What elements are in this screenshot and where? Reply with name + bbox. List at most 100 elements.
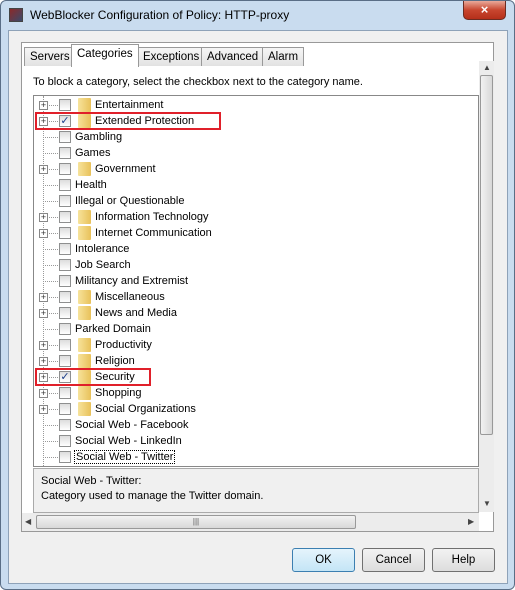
tree-item[interactable]: Social Web - LinkedIn bbox=[34, 433, 474, 449]
category-checkbox[interactable] bbox=[59, 211, 71, 223]
category-label[interactable]: Health bbox=[75, 179, 107, 191]
category-label[interactable]: Social Web - Twitter bbox=[73, 450, 176, 464]
category-checkbox[interactable] bbox=[59, 291, 71, 303]
category-checkbox[interactable] bbox=[59, 451, 71, 463]
category-label[interactable]: Entertainment bbox=[95, 99, 163, 111]
tree-item[interactable]: + News and Media bbox=[34, 305, 474, 321]
category-checkbox[interactable] bbox=[59, 323, 71, 335]
category-checkbox[interactable] bbox=[59, 99, 71, 111]
vertical-scroll-thumb[interactable] bbox=[480, 75, 493, 435]
tree-item[interactable]: + Productivity bbox=[34, 337, 474, 353]
tree-item[interactable]: Social Web - Facebook bbox=[34, 417, 474, 433]
category-label[interactable]: Social Organizations bbox=[95, 403, 196, 415]
tree-item[interactable]: + Entertainment bbox=[34, 97, 474, 113]
tree-item[interactable]: + Social Organizations bbox=[34, 401, 474, 417]
tab-advanced[interactable]: Advanced bbox=[201, 47, 265, 66]
scroll-left-icon[interactable]: ◀ bbox=[25, 517, 31, 526]
tab-categories[interactable]: Categories bbox=[71, 44, 139, 67]
category-checkbox[interactable] bbox=[59, 387, 71, 399]
category-checkbox[interactable] bbox=[59, 339, 71, 351]
scroll-down-icon[interactable]: ▼ bbox=[483, 499, 491, 508]
category-checkbox[interactable] bbox=[59, 243, 71, 255]
horizontal-scroll-thumb[interactable]: ||| bbox=[36, 515, 356, 529]
category-label[interactable]: Intolerance bbox=[75, 243, 129, 255]
category-label[interactable]: Illegal or Questionable bbox=[75, 195, 184, 207]
category-label[interactable]: Militancy and Extremist bbox=[75, 275, 188, 287]
category-checkbox[interactable] bbox=[59, 419, 71, 431]
tree-item[interactable]: Militancy and Extremist bbox=[34, 273, 474, 289]
category-label[interactable]: News and Media bbox=[95, 307, 177, 319]
tree-item[interactable]: + Miscellaneous bbox=[34, 289, 474, 305]
expand-icon[interactable]: + bbox=[39, 389, 48, 398]
folder-icon bbox=[78, 290, 91, 304]
category-label[interactable]: Social Web - LinkedIn bbox=[75, 435, 182, 447]
category-checkbox[interactable] bbox=[59, 275, 71, 287]
description-title: Social Web - Twitter: bbox=[41, 475, 142, 487]
category-label[interactable]: Miscellaneous bbox=[95, 291, 165, 303]
ok-button[interactable]: OK bbox=[292, 548, 355, 572]
category-checkbox[interactable] bbox=[59, 355, 71, 367]
category-label[interactable]: Games bbox=[75, 147, 110, 159]
expand-icon[interactable]: + bbox=[39, 213, 48, 222]
category-label[interactable]: Internet Communication bbox=[95, 227, 212, 239]
tree-item[interactable]: + Religion bbox=[34, 353, 474, 369]
tree-item[interactable]: + Government bbox=[34, 161, 474, 177]
category-checkbox[interactable] bbox=[59, 307, 71, 319]
tree-item[interactable]: Gambling bbox=[34, 129, 474, 145]
category-label[interactable]: Government bbox=[95, 163, 156, 175]
scroll-up-icon[interactable]: ▲ bbox=[483, 63, 491, 72]
category-checkbox[interactable] bbox=[59, 163, 71, 175]
tree-line bbox=[49, 233, 58, 234]
vertical-scrollbar[interactable]: ▲ ▼ bbox=[479, 61, 494, 512]
expand-icon[interactable]: + bbox=[39, 165, 48, 174]
category-label[interactable]: Information Technology bbox=[95, 211, 209, 223]
category-checkbox[interactable] bbox=[59, 131, 71, 143]
category-label[interactable]: Job Search bbox=[75, 259, 131, 271]
expand-icon[interactable]: + bbox=[39, 405, 48, 414]
folder-icon bbox=[78, 210, 91, 224]
cancel-button[interactable]: Cancel bbox=[362, 548, 425, 572]
tree-item[interactable]: Job Search bbox=[34, 257, 474, 273]
tree-item[interactable]: Social Web - Twitter bbox=[34, 449, 474, 465]
help-button[interactable]: Help bbox=[432, 548, 495, 572]
category-label[interactable]: Religion bbox=[95, 355, 135, 367]
category-label[interactable]: Social Web - Facebook bbox=[75, 419, 189, 431]
category-checkbox[interactable] bbox=[59, 227, 71, 239]
category-tree[interactable]: + Entertainment + ✓ Extended Protection Gambl… bbox=[33, 95, 479, 467]
tree-item[interactable]: Intolerance bbox=[34, 241, 474, 257]
category-checkbox[interactable] bbox=[59, 195, 71, 207]
category-checkbox[interactable] bbox=[59, 179, 71, 191]
tree-line bbox=[49, 105, 58, 106]
tree-item[interactable]: + Information Technology bbox=[34, 209, 474, 225]
category-label[interactable]: Productivity bbox=[95, 339, 152, 351]
expand-icon[interactable]: + bbox=[39, 101, 48, 110]
horizontal-scrollbar[interactable]: ◀ ||| ▶ bbox=[22, 513, 479, 531]
highlight-box bbox=[35, 112, 221, 130]
tab-exceptions[interactable]: Exceptions bbox=[137, 47, 206, 66]
category-checkbox[interactable] bbox=[59, 259, 71, 271]
expand-icon[interactable]: + bbox=[39, 357, 48, 366]
expand-icon[interactable]: + bbox=[39, 229, 48, 238]
title-bar: WebBlocker Configuration of Policy: HTTP… bbox=[1, 1, 514, 29]
expand-icon[interactable]: + bbox=[39, 341, 48, 350]
category-checkbox[interactable] bbox=[59, 147, 71, 159]
tab-alarm[interactable]: Alarm bbox=[262, 47, 305, 66]
category-label[interactable]: Gambling bbox=[75, 131, 122, 143]
tree-item[interactable]: Illegal or Questionable bbox=[34, 193, 474, 209]
tree-item[interactable]: + Shopping bbox=[34, 385, 474, 401]
tree-item[interactable]: Health bbox=[34, 177, 474, 193]
tab-servers[interactable]: Servers bbox=[24, 47, 76, 66]
expand-icon[interactable]: + bbox=[39, 293, 48, 302]
category-checkbox[interactable] bbox=[59, 403, 71, 415]
expand-icon[interactable]: + bbox=[39, 309, 48, 318]
category-checkbox[interactable] bbox=[59, 435, 71, 447]
tree-item[interactable]: Parked Domain bbox=[34, 321, 474, 337]
tree-line bbox=[43, 137, 58, 138]
tree-item[interactable]: + Internet Communication bbox=[34, 225, 474, 241]
category-label[interactable]: Shopping bbox=[95, 387, 142, 399]
scroll-right-icon[interactable]: ▶ bbox=[468, 517, 474, 526]
tree-item[interactable]: Games bbox=[34, 145, 474, 161]
folder-icon bbox=[78, 306, 91, 320]
category-label[interactable]: Parked Domain bbox=[75, 323, 151, 335]
close-button[interactable]: × bbox=[463, 1, 506, 20]
